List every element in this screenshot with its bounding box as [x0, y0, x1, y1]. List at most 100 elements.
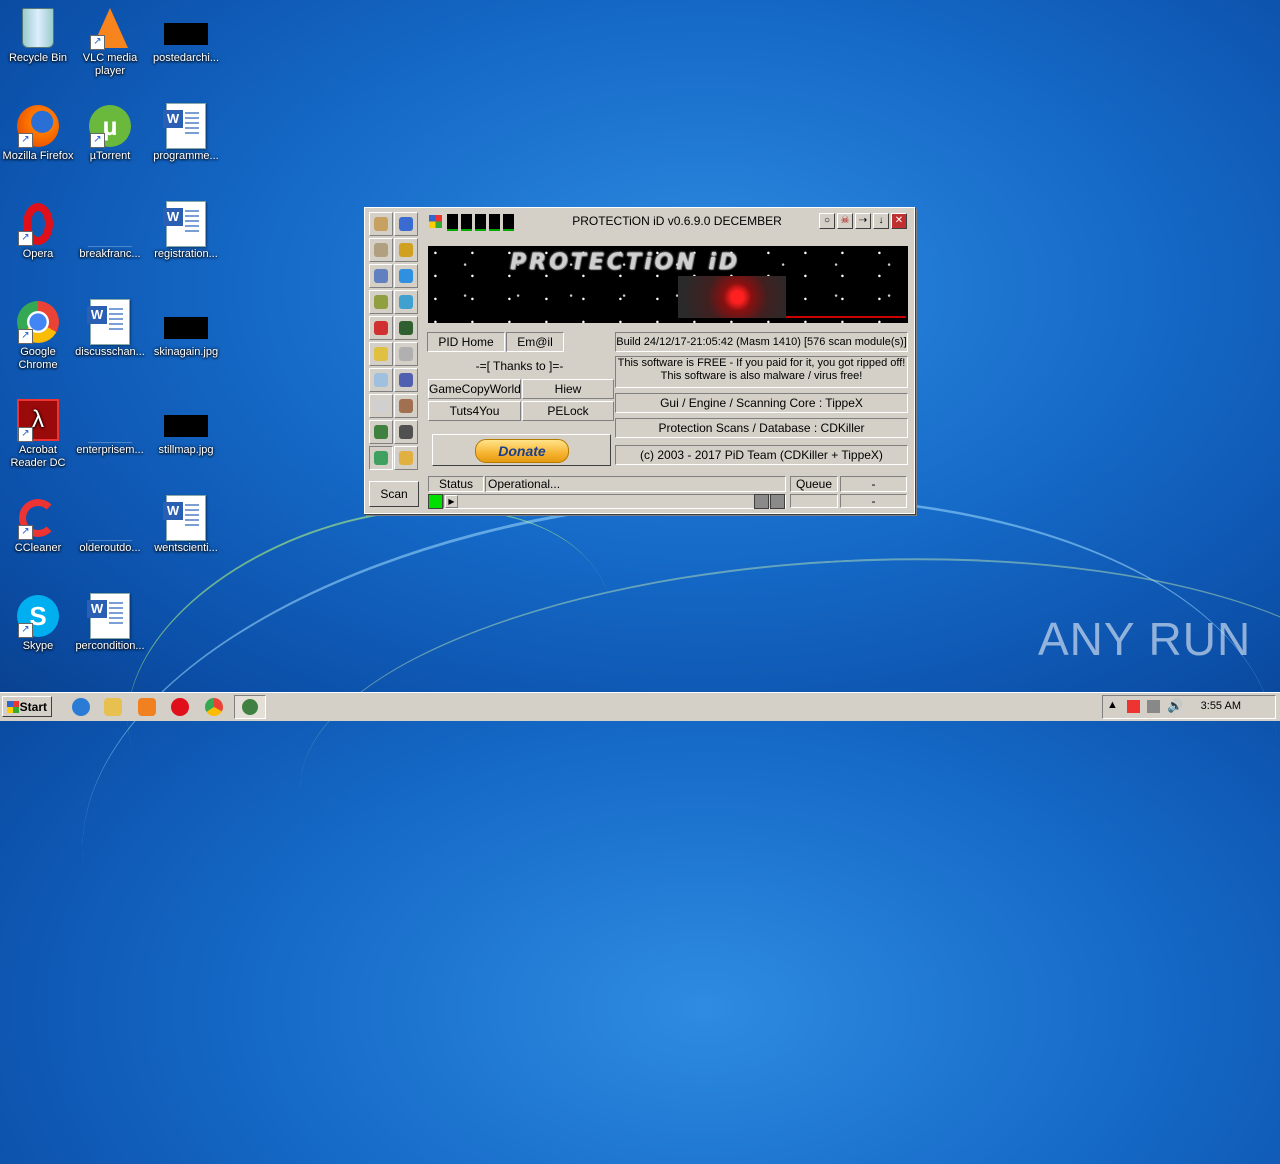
tool-button-8[interactable] — [394, 290, 418, 314]
status-value: Operational... — [485, 476, 786, 492]
image-file-icon — [164, 300, 208, 344]
tool-button-19[interactable] — [369, 446, 393, 470]
desktop-icon-enterprisem[interactable]: enterprisem... — [72, 398, 148, 457]
internet-explorer-icon[interactable] — [72, 698, 90, 716]
window-title: PROTECTiON iD v0.6.9.0 DECEMBER — [572, 214, 782, 228]
desktop-icon-label: postedarchi... — [152, 52, 220, 64]
desktop-icon-label: programme... — [153, 150, 219, 162]
tool-button-6[interactable] — [394, 264, 418, 288]
gamecopyworld-button[interactable]: GameCopyWorld — [428, 379, 521, 399]
status-label: Status — [428, 476, 484, 492]
red-line-graphic — [786, 316, 906, 318]
desktop-icon-opera[interactable]: ↗ Opera — [0, 202, 76, 261]
ccleaner-icon: ↗ — [16, 496, 60, 540]
build-info: Build 24/12/17-21:05:42 (Masm 1410) [576… — [615, 332, 908, 352]
pin-icon[interactable]: ⇢ — [855, 213, 871, 229]
opera-icon: ↗ — [16, 202, 60, 246]
tool-button-1[interactable] — [369, 212, 393, 236]
tool-button-17[interactable] — [369, 420, 393, 444]
tool-button-10[interactable] — [394, 316, 418, 340]
desktop-icon-postedarchi[interactable]: postedarchi... — [148, 6, 224, 65]
settings-icon[interactable]: ○ — [819, 213, 835, 229]
desktop-icon-stillmap[interactable]: stillmap.jpg — [148, 398, 224, 457]
app-icon — [429, 215, 442, 228]
pid-home-button[interactable]: PID Home — [427, 332, 505, 352]
tool-button-18[interactable] — [394, 420, 418, 444]
desktop-icon-vlc[interactable]: ↗ VLC media player — [72, 6, 148, 78]
close-icon[interactable]: ✕ — [891, 213, 907, 229]
pelock-button[interactable]: PELock — [522, 401, 614, 421]
tool-button-9[interactable] — [369, 316, 393, 340]
queue-label: Queue — [790, 476, 838, 492]
desktop-icon-registration[interactable]: W registration... — [148, 201, 224, 261]
desktop-icon-skinagain[interactable]: skinagain.jpg — [148, 300, 224, 359]
tool-button-5[interactable] — [369, 264, 393, 288]
anyrun-watermark: ANY RUN — [1038, 613, 1252, 665]
network-icon[interactable] — [1147, 700, 1160, 713]
hiew-button[interactable]: Hiew — [522, 379, 614, 399]
desktop-icon-firefox[interactable]: ↗ Mozilla Firefox — [0, 104, 76, 163]
desktop-icon-ccleaner[interactable]: ↗ CCleaner — [0, 496, 76, 555]
chrome-icon: ↗ — [16, 300, 60, 344]
tool-button-2[interactable] — [394, 212, 418, 236]
clock[interactable]: 3:55 AM — [1201, 700, 1241, 712]
donate-label: Donate — [475, 439, 569, 463]
desktop-icon-label: enterprisem... — [76, 444, 144, 456]
desktop-icon-chrome[interactable]: ↗ Google Chrome — [0, 300, 76, 372]
desktop-icon-wentscienti[interactable]: W wentscienti... — [148, 495, 224, 555]
status-led — [428, 494, 443, 509]
title-bar[interactable]: PROTECTiON iD v0.6.9.0 DECEMBER ○ ☠ ⇢ ↓ … — [427, 212, 909, 232]
scan-button[interactable]: Scan — [369, 481, 419, 507]
queue-value: - — [840, 476, 907, 492]
desktop-icon-discusschan[interactable]: W discusschan... — [72, 299, 148, 359]
tool-button-15[interactable] — [369, 394, 393, 418]
desktop-icon-programme[interactable]: W programme... — [148, 103, 224, 163]
recycle-bin-icon — [16, 6, 60, 50]
start-button[interactable]: Start — [2, 696, 52, 717]
opera-taskbar-icon[interactable] — [171, 698, 189, 716]
banner-logo: PROTECTiON iD — [510, 250, 741, 275]
tool-button-3[interactable] — [369, 238, 393, 262]
desktop-icon-olderoutdo[interactable]: olderoutdo... — [72, 496, 148, 555]
desktop-icon-skype[interactable]: S ↗ Skype — [0, 594, 76, 653]
progress-block — [770, 494, 785, 509]
protection-id-taskbar-button[interactable] — [234, 695, 266, 719]
desktop-icon-breakfranc[interactable]: breakfranc... — [72, 202, 148, 261]
donate-button[interactable]: Donate — [432, 434, 611, 466]
tool-button-4[interactable] — [394, 238, 418, 262]
action-center-icon[interactable] — [1127, 700, 1140, 713]
file-icon — [164, 6, 208, 50]
show-hidden-icons-icon[interactable]: ▲ — [1107, 699, 1118, 711]
tool-button-13[interactable] — [369, 368, 393, 392]
protection-credit: Protection Scans / Database : CDKiller — [615, 418, 908, 438]
skull-icon[interactable]: ☠ — [837, 213, 853, 229]
protection-id-window[interactable]: Scan PROTECTiON iD v0.6.9.0 DECEMBER ○ ☠… — [364, 207, 915, 514]
tool-button-20[interactable] — [394, 446, 418, 470]
banner-image: PROTECTiON iD — [428, 246, 908, 323]
volume-icon[interactable]: 🔊 — [1167, 698, 1183, 714]
tool-button-14[interactable] — [394, 368, 418, 392]
file-explorer-icon[interactable] — [104, 698, 122, 716]
desktop-icon-utorrent[interactable]: µ ↗ µTorrent — [72, 104, 148, 163]
tuts4you-button[interactable]: Tuts4You — [428, 401, 521, 421]
desktop-icon-percondition[interactable]: W percondition... — [72, 593, 148, 653]
second-status-value: - — [840, 494, 907, 508]
email-button[interactable]: Em@il — [506, 332, 564, 352]
acrobat-icon: λ ↗ — [16, 398, 60, 442]
chrome-taskbar-icon[interactable] — [205, 698, 223, 716]
tool-button-12[interactable] — [394, 342, 418, 366]
tool-button-11[interactable] — [369, 342, 393, 366]
desktop-icon-label: CCleaner — [14, 542, 62, 554]
play-icon[interactable]: ▶ — [445, 495, 458, 508]
tool-button-16[interactable] — [394, 394, 418, 418]
desktop-icon-acrobat[interactable]: λ ↗ Acrobat Reader DC — [0, 398, 76, 470]
desktop-icon-recycle-bin[interactable]: Recycle Bin — [0, 6, 76, 65]
start-label: Start — [19, 700, 47, 714]
tool-button-7[interactable] — [369, 290, 393, 314]
eye-graphic — [678, 276, 786, 318]
minimize-icon[interactable]: ↓ — [873, 213, 889, 229]
utorrent-icon: µ ↗ — [88, 104, 132, 148]
led-indicator — [489, 214, 500, 231]
free-notice: This software is FREE - If you paid for … — [615, 356, 908, 388]
media-player-icon[interactable] — [138, 698, 156, 716]
